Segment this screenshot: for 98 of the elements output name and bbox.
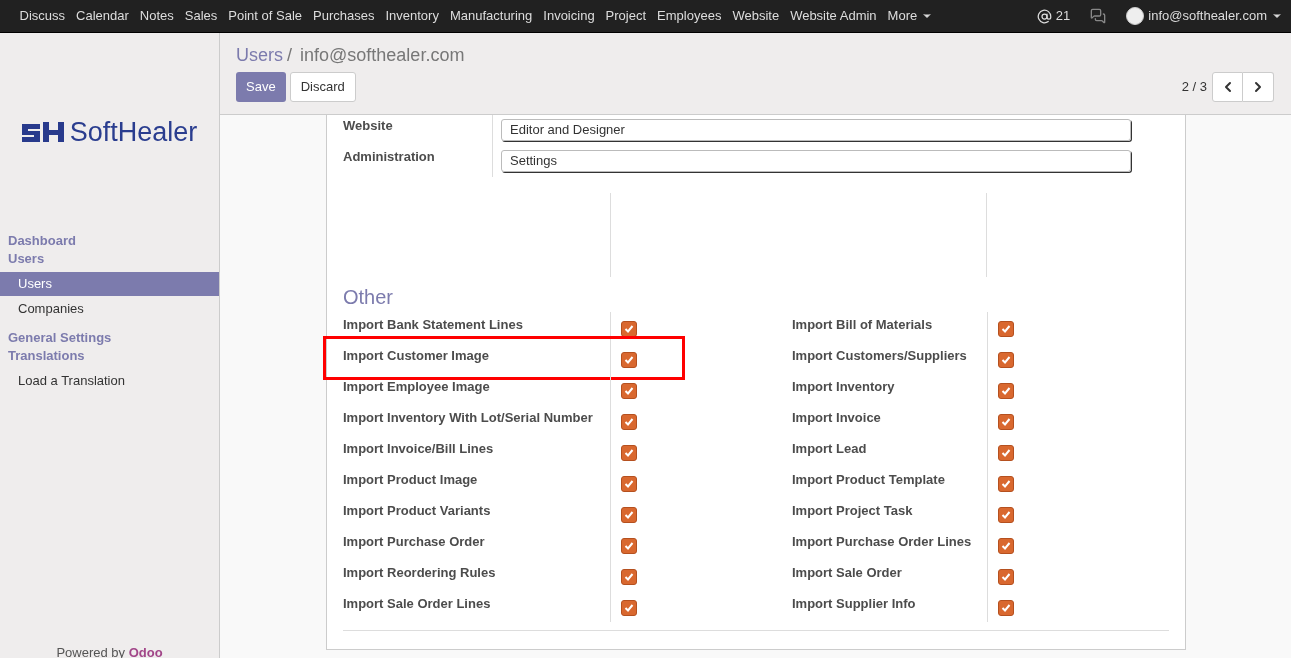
user-menu[interactable]: info@softhealer.com [1148, 6, 1267, 26]
setting-label: Import Product Variants [343, 503, 491, 518]
menu-item[interactable]: Employees [651, 6, 727, 26]
checkmark-icon [624, 386, 634, 396]
avatar-icon [1126, 7, 1145, 25]
checkmark-icon [1001, 355, 1011, 365]
checkmark-icon [624, 572, 634, 582]
menu-item[interactable]: Website Admin [784, 6, 883, 26]
menu-item[interactable]: Invoicing [537, 6, 601, 26]
select-field[interactable]: Settings [501, 150, 1131, 172]
menu-item[interactable]: More [882, 6, 939, 26]
setting-label: Import Product Template [792, 472, 945, 487]
select-value: Settings [510, 152, 557, 171]
checkbox[interactable] [621, 414, 637, 430]
checkbox[interactable] [621, 445, 637, 461]
setting-label: Import Invoice [792, 410, 881, 425]
checkbox[interactable] [621, 507, 637, 523]
setting-label: Import Reordering Rules [343, 565, 496, 580]
checkmark-icon [624, 355, 634, 365]
setting-label: Import Inventory With Lot/Serial Number [343, 410, 593, 425]
checkmark-icon [1001, 417, 1011, 427]
field-label: Administration [343, 146, 493, 177]
sidebar-item[interactable]: Users [0, 272, 219, 296]
mention-count: 21 [1055, 7, 1071, 26]
checkmark-icon [624, 603, 634, 613]
checkmark-icon [624, 510, 634, 520]
setting-label: Import Supplier Info [792, 596, 916, 611]
checkbox[interactable] [621, 352, 637, 368]
menu-item[interactable]: Purchases [307, 6, 380, 26]
checkbox[interactable] [998, 538, 1014, 554]
setting-label: Import Employee Image [343, 379, 490, 394]
setting-label: Import Customer Image [343, 348, 489, 363]
checkbox[interactable] [998, 476, 1014, 492]
checkbox[interactable] [998, 569, 1014, 585]
sidebar-item[interactable]: Load a Translation [0, 369, 219, 393]
setting-label: Import Sale Order Lines [343, 596, 491, 611]
checkmark-icon [1001, 324, 1011, 334]
menu-item[interactable]: Project [600, 6, 652, 26]
menu-item[interactable]: Inventory [379, 6, 445, 26]
section-title: Other [343, 285, 395, 309]
checkmark-icon [1001, 603, 1011, 613]
logo-text: SoftHealer [69, 118, 198, 146]
checkmark-icon [624, 479, 634, 489]
checkbox[interactable] [998, 507, 1014, 523]
checkbox[interactable] [621, 383, 637, 399]
setting-label: Import Invoice/Bill Lines [343, 441, 494, 456]
menu-item[interactable]: Website [726, 6, 785, 26]
setting-label: Import Sale Order [792, 565, 902, 580]
sidebar-item[interactable]: Companies [0, 297, 219, 321]
checkbox[interactable] [621, 600, 637, 616]
menu-item[interactable]: Manufacturing [444, 6, 538, 26]
checkbox[interactable] [621, 569, 637, 585]
setting-label: Import Bill of Materials [792, 317, 933, 332]
menu-item[interactable]: Calendar [70, 6, 135, 26]
setting-label: Import Product Image [343, 472, 478, 487]
menu-item[interactable]: Notes [134, 6, 180, 26]
setting-label: Import Customers/Suppliers [792, 348, 967, 363]
checkbox[interactable] [998, 600, 1014, 616]
checkmark-icon [1001, 572, 1011, 582]
checkmark-icon [1001, 541, 1011, 551]
checkmark-icon [1001, 510, 1011, 520]
checkmark-icon [1001, 386, 1011, 396]
next-button[interactable] [1243, 72, 1274, 102]
pager-value: 2 / 3 [1181, 78, 1207, 97]
discard-button[interactable]: Discard [289, 72, 356, 102]
checkmark-icon [1001, 448, 1011, 458]
checkbox[interactable] [998, 352, 1014, 368]
checkbox[interactable] [998, 321, 1014, 337]
checkmark-icon [624, 541, 634, 551]
menu-item[interactable]: Sales [179, 6, 223, 26]
menu-item[interactable]: Point of Sale [222, 6, 308, 26]
checkmark-icon [1001, 479, 1011, 489]
setting-label: Import Inventory [792, 379, 895, 394]
checkbox[interactable] [621, 321, 637, 337]
select-field[interactable]: Editor and Designer [501, 119, 1131, 141]
checkbox[interactable] [998, 383, 1014, 399]
checkbox[interactable] [621, 476, 637, 492]
checkmark-icon [624, 448, 634, 458]
checkmark-icon [624, 417, 634, 427]
checkbox[interactable] [998, 414, 1014, 430]
setting-label: Import Bank Statement Lines [343, 317, 523, 332]
checkbox[interactable] [621, 538, 637, 554]
checkmark-icon [624, 324, 634, 334]
breadcrumb-separator: / [287, 45, 293, 65]
breadcrumb-current: info@softhealer.com [300, 45, 465, 65]
checkbox[interactable] [998, 445, 1014, 461]
menu-item[interactable]: Discuss [14, 6, 71, 26]
setting-label: Import Project Task [792, 503, 913, 518]
save-button[interactable]: Save [236, 72, 286, 102]
previous-button[interactable] [1212, 72, 1243, 102]
setting-label: Import Purchase Order Lines [792, 534, 972, 549]
setting-label: Import Purchase Order [343, 534, 485, 549]
field-label: Website [343, 115, 493, 146]
select-value: Editor and Designer [510, 121, 625, 140]
setting-label: Import Lead [792, 441, 867, 456]
logo-icon [21, 120, 66, 144]
chat-icon[interactable] [1090, 8, 1107, 24]
mention-icon[interactable] [1036, 8, 1052, 24]
